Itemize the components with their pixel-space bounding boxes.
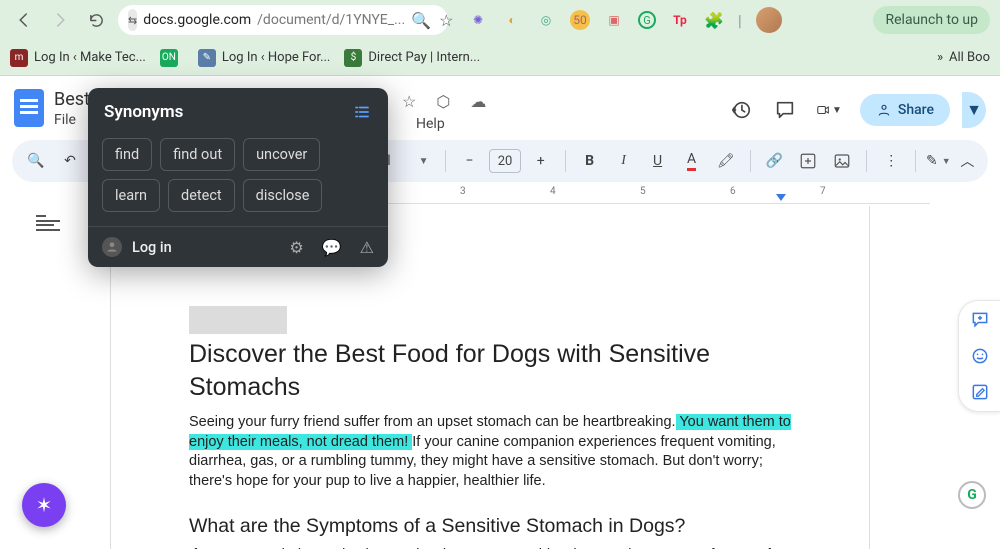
- grammarly-icon[interactable]: G: [958, 481, 986, 509]
- site-settings-icon[interactable]: ⇆: [128, 9, 137, 31]
- bookmark-star-icon[interactable]: ☆: [439, 11, 453, 30]
- bookmark-item[interactable]: ✎Log In ‹ Hope For...: [198, 49, 331, 67]
- menu-help[interactable]: Help: [416, 116, 445, 132]
- menu-file[interactable]: File: [54, 112, 76, 128]
- docs-logo-icon[interactable]: [14, 89, 44, 127]
- profile-avatar[interactable]: [756, 7, 782, 33]
- bookmark-item[interactable]: $Direct Pay | Intern...: [344, 49, 480, 67]
- add-comment-button[interactable]: [794, 147, 822, 175]
- assistant-fab[interactable]: ✶: [22, 483, 66, 527]
- heading-1: Discover the Best Food for Dogs with Sen…: [189, 338, 791, 403]
- editing-mode-button[interactable]: ✎▼: [926, 153, 951, 169]
- browser-toolbar: ⇆ docs.google.com/document/d/1YNYE_... 🔍…: [0, 0, 1000, 40]
- cloud-saved-icon: ☁: [470, 92, 486, 111]
- back-button[interactable]: [10, 6, 38, 34]
- synonym-chip[interactable]: detect: [168, 179, 235, 212]
- synonyms-popup: Synonyms find find out uncover learn det…: [88, 88, 388, 267]
- undo-button[interactable]: ↶: [56, 147, 84, 175]
- synonym-chip[interactable]: learn: [102, 179, 160, 212]
- star-icon[interactable]: ☆: [402, 92, 416, 111]
- synonym-chip[interactable]: disclose: [243, 179, 323, 212]
- relaunch-button[interactable]: Relaunch to up: [873, 6, 990, 34]
- move-icon[interactable]: ⬡: [436, 92, 450, 111]
- user-avatar-icon: [102, 237, 122, 257]
- more-tools-button[interactable]: ⋮: [877, 147, 905, 175]
- underline-button[interactable]: U: [644, 147, 672, 175]
- ext-icon-5[interactable]: ▣: [604, 10, 624, 30]
- chevron-down-icon: ▼: [419, 156, 429, 167]
- feedback-icon[interactable]: 💬: [322, 238, 342, 257]
- insert-image-button[interactable]: [828, 147, 856, 175]
- ext-icon-3[interactable]: ◎: [536, 10, 556, 30]
- font-size-input[interactable]: 20: [489, 149, 520, 173]
- ext-icon-1[interactable]: ✺: [468, 10, 488, 30]
- synonym-chip[interactable]: find out: [160, 138, 235, 171]
- login-link[interactable]: Log in: [132, 239, 172, 256]
- settings-icon[interactable]: ⚙: [289, 238, 303, 257]
- synonym-chip[interactable]: find: [102, 138, 152, 171]
- italic-button[interactable]: I: [610, 147, 638, 175]
- share-icon: [876, 102, 892, 118]
- meet-icon[interactable]: ▼: [816, 97, 842, 123]
- share-dropdown[interactable]: ▼: [962, 92, 986, 128]
- list-view-icon[interactable]: [352, 103, 372, 121]
- add-comment-icon[interactable]: [969, 309, 991, 331]
- bookmark-item[interactable]: ON: [160, 49, 184, 67]
- extensions-menu-icon[interactable]: 🧩: [704, 11, 724, 30]
- forward-button[interactable]: [46, 6, 74, 34]
- collapse-toolbar-button[interactable]: ︿: [957, 140, 978, 182]
- insert-link-button[interactable]: 🔗: [760, 147, 788, 175]
- highlight-button[interactable]: 🖍: [712, 147, 740, 175]
- url-host: docs.google.com: [143, 12, 251, 28]
- search-menus-icon[interactable]: 🔍: [22, 147, 50, 175]
- ext-icon-2[interactable]: ◐: [502, 10, 522, 30]
- bookmarks-overflow[interactable]: »All Boo: [937, 50, 990, 65]
- floating-comment-tools: [958, 300, 1000, 412]
- ext-icon-6[interactable]: G: [638, 11, 656, 29]
- synonym-chip[interactable]: uncover: [243, 138, 320, 171]
- history-icon[interactable]: [728, 97, 754, 123]
- reload-button[interactable]: [82, 6, 110, 34]
- bookmarks-bar: mLog In ‹ Make Tec... ON ✎Log In ‹ Hope …: [0, 40, 1000, 76]
- synonym-list: find find out uncover learn detect discl…: [88, 132, 388, 226]
- show-outline-button[interactable]: [34, 210, 64, 236]
- font-size-decrease[interactable]: −: [455, 147, 483, 175]
- url-path: /document/d/1YNYE_...: [257, 12, 405, 28]
- ext-icon-7[interactable]: Tp: [670, 10, 690, 30]
- extension-icons: ✺ ◐ ◎ 50 ▣ G Tp 🧩 |: [468, 7, 782, 33]
- bold-button[interactable]: B: [576, 147, 604, 175]
- text-color-button[interactable]: A: [678, 147, 706, 175]
- zoom-icon[interactable]: 🔍: [411, 11, 431, 30]
- share-button[interactable]: Share: [860, 94, 950, 126]
- emoji-react-icon[interactable]: [969, 345, 991, 367]
- font-size-increase[interactable]: +: [527, 147, 555, 175]
- comments-icon[interactable]: [772, 97, 798, 123]
- document-title[interactable]: Best: [54, 89, 90, 110]
- address-bar[interactable]: ⇆ docs.google.com/document/d/1YNYE_... 🔍…: [118, 5, 448, 35]
- warning-icon[interactable]: ⚠: [360, 238, 374, 257]
- heading-2: What are the Symptoms of a Sensitive Sto…: [189, 515, 791, 538]
- text-selection: [189, 306, 287, 334]
- popup-title: Synonyms: [104, 102, 183, 122]
- bookmark-item[interactable]: mLog In ‹ Make Tec...: [10, 49, 146, 67]
- ext-icon-4[interactable]: 50: [570, 10, 590, 30]
- suggest-edits-icon[interactable]: [969, 381, 991, 403]
- paragraph: Seeing your furry friend suffer from an …: [189, 413, 791, 491]
